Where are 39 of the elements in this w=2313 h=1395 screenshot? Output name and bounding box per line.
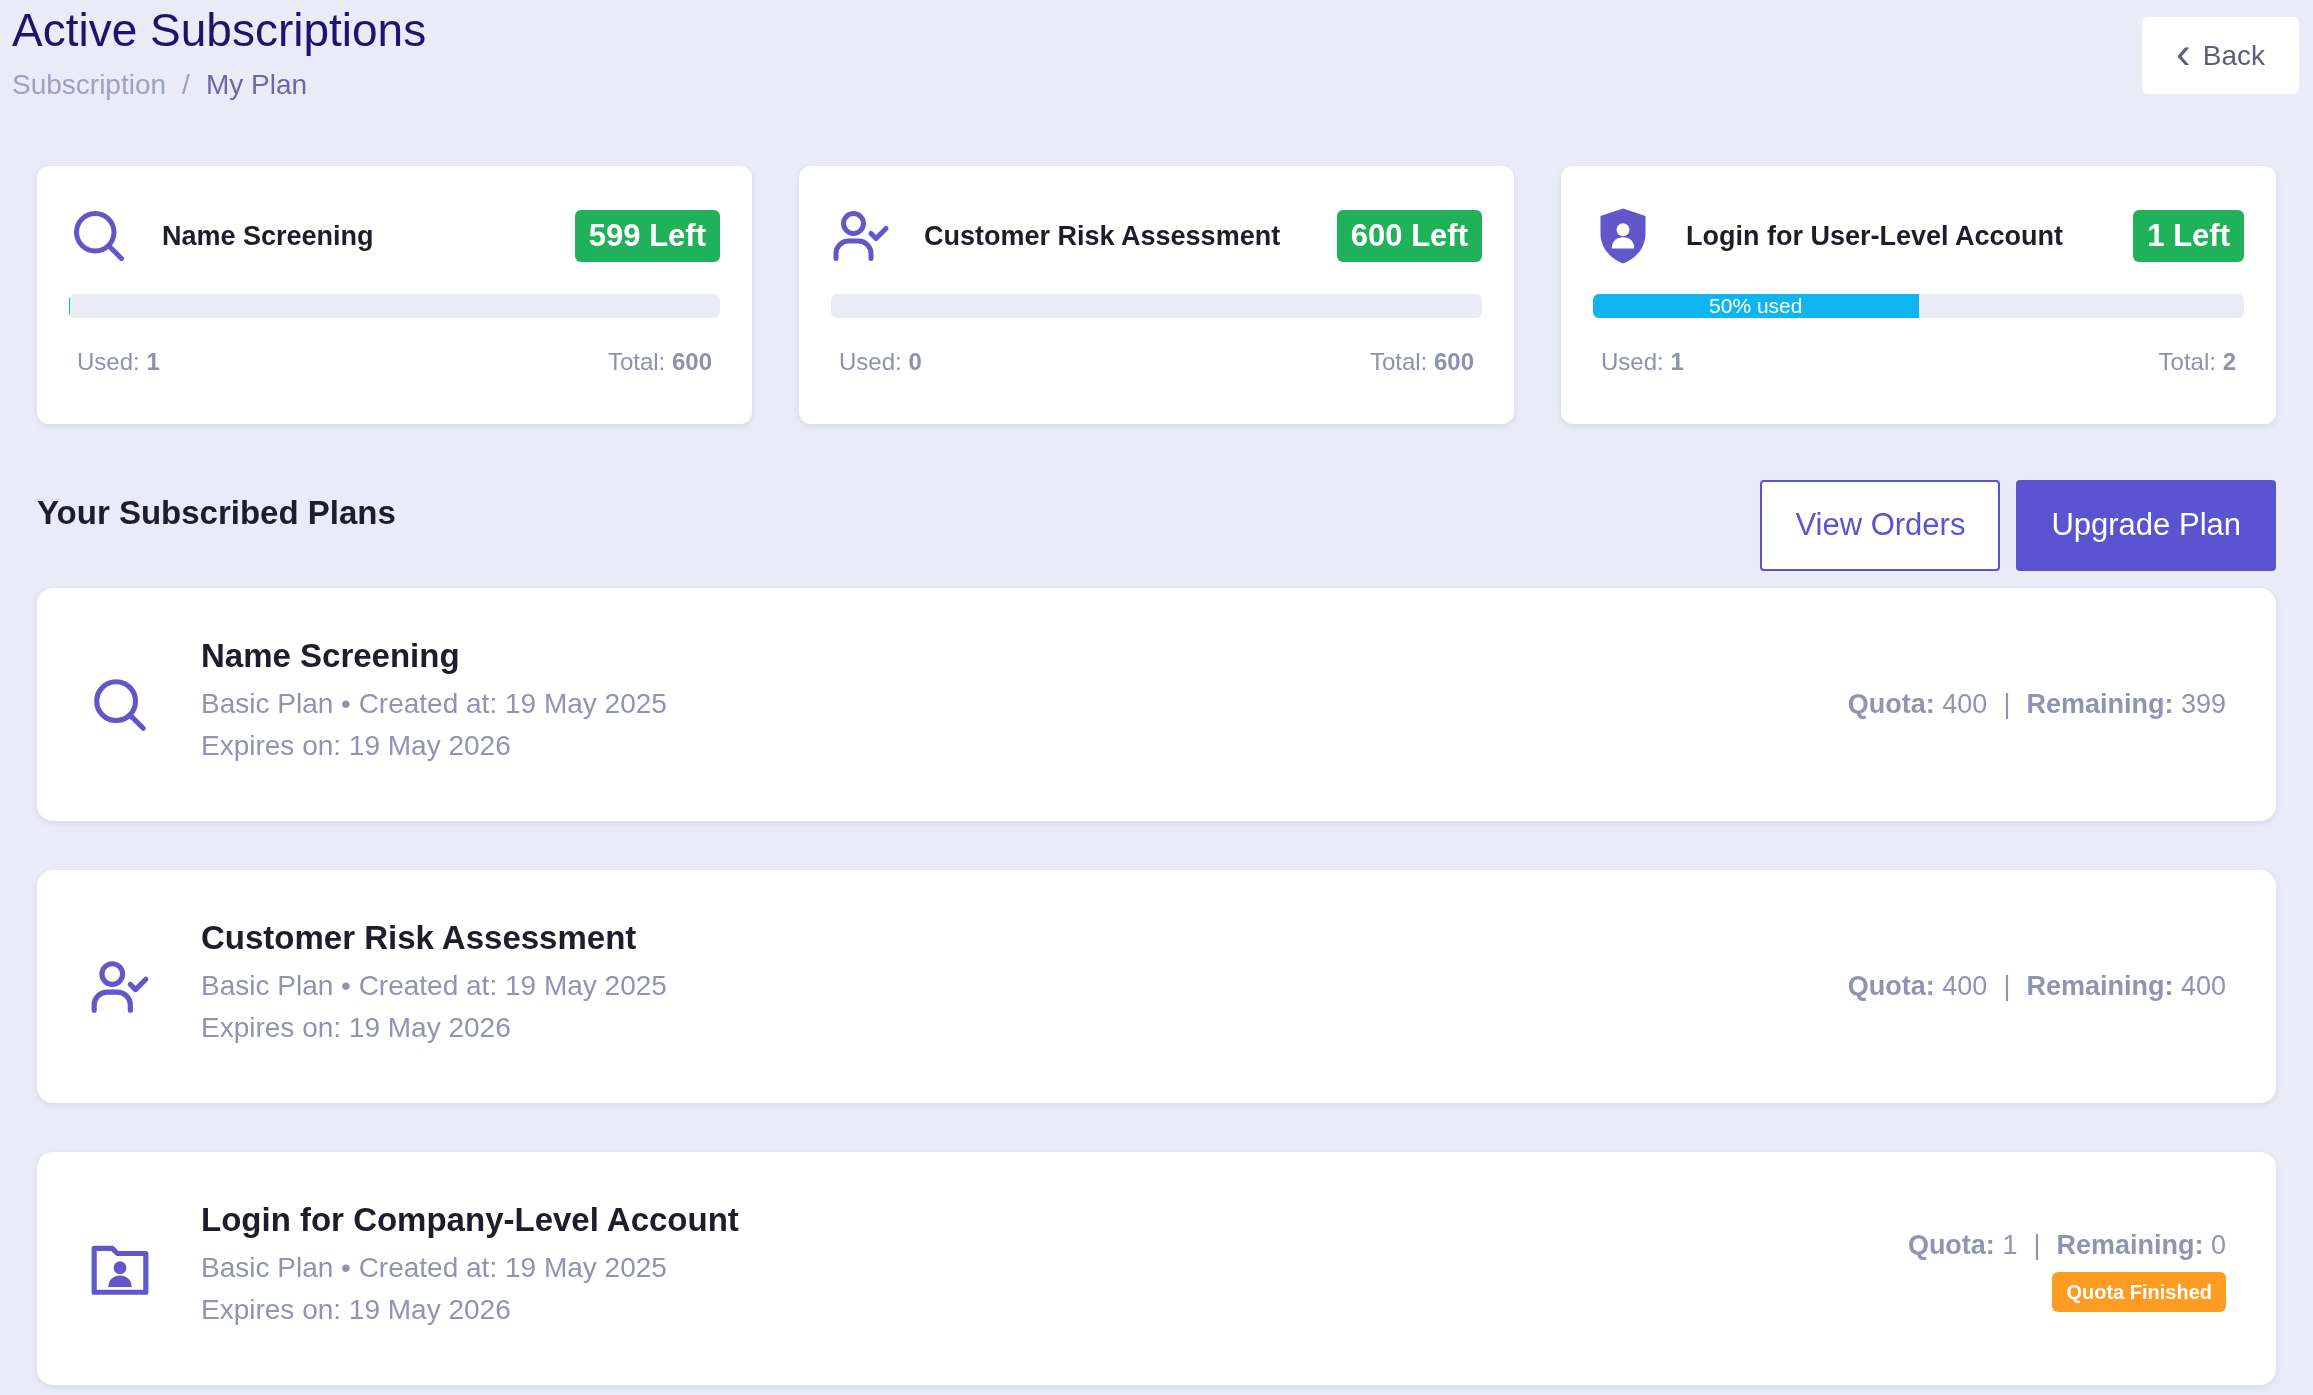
- remaining-text: Remaining: 400: [2026, 970, 2226, 1004]
- quota-text: Quota: 400: [1847, 970, 1988, 1004]
- divider: |: [2003, 970, 2011, 1004]
- plan-title: Customer Risk Assessment: [201, 917, 638, 958]
- remaining-badge: 599 Left: [574, 210, 720, 262]
- upgrade-button[interactable]: Upgrade Plan: [2016, 480, 2276, 571]
- card-title: Customer Risk Assessment: [924, 219, 1281, 253]
- used-count: Used: 1: [1601, 347, 1684, 377]
- back-button[interactable]: ‹ Back: [2142, 17, 2299, 94]
- remaining-badge: 600 Left: [1336, 210, 1482, 262]
- plan-title: Login for Company-Level Account: [201, 1199, 739, 1240]
- quota-text: Quota: 400: [1847, 688, 1988, 722]
- plan-meta: Basic Plan • Created at: 19 May 2025: [201, 968, 667, 1003]
- card-title: Name Screening: [162, 219, 374, 253]
- orders-button[interactable]: View Orders: [1760, 480, 2001, 571]
- status-badge: Quota Finished: [2052, 1271, 2226, 1312]
- divider: |: [2003, 688, 2011, 722]
- plan-expiry: Expires on: 19 May 2026: [201, 1010, 512, 1045]
- total-count: Total: 600: [1369, 347, 1474, 377]
- total-count: Total: 600: [607, 347, 712, 377]
- used-count: Used: 1: [77, 347, 160, 377]
- card-title: Login for User-Level Account: [1686, 219, 2064, 253]
- remaining-text: Remaining: 0: [2056, 1229, 2226, 1263]
- plan-meta: Basic Plan • Created at: 19 May 2025: [201, 1250, 668, 1285]
- plan-title: Name Screening: [201, 635, 461, 676]
- progress-label: 50% used: [1708, 294, 1804, 318]
- breadcrumb-link[interactable]: My Plan: [205, 68, 308, 102]
- used-count: Used: 0: [839, 347, 922, 377]
- divider: |: [2033, 1229, 2041, 1263]
- total-count: Total: 2: [2158, 347, 2236, 377]
- page-title: Active Subscriptions: [12, 4, 427, 56]
- plan-expiry: Expires on: 19 May 2026: [201, 728, 512, 763]
- plan-meta: Basic Plan • Created at: 19 May 2025: [201, 686, 667, 721]
- plan-expiry: Expires on: 19 May 2026: [201, 1292, 512, 1327]
- section-title: Your Subscribed Plans: [37, 493, 396, 533]
- remaining-badge: 1 Left: [2133, 210, 2244, 262]
- remaining-text: Remaining: 399: [2026, 688, 2226, 722]
- quota-text: Quota: 1: [1907, 1229, 2018, 1263]
- breadcrumb-separator: /: [182, 68, 190, 102]
